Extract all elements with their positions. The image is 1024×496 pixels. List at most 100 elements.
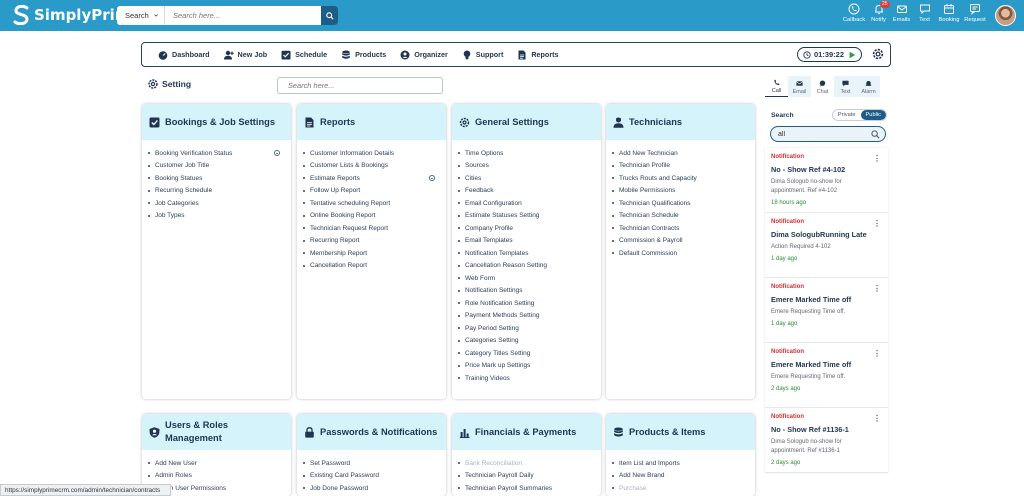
settings-link-mobile-permissions[interactable]: Mobile Permissions <box>612 185 755 198</box>
settings-link-existing-card-password[interactable]: Existing Card Password <box>303 470 446 483</box>
settings-link-technician-payroll-summaries[interactable]: Technician Payroll Summaries <box>458 482 601 495</box>
settings-link-job-categories[interactable]: Job Categories <box>148 197 291 210</box>
settings-link-technician-payroll-daily[interactable]: Technician Payroll Daily <box>458 470 601 483</box>
text-button[interactable]: Text <box>913 3 936 23</box>
settings-link-add-new-brand[interactable]: Add New Brand <box>612 470 755 483</box>
tab-text[interactable]: Text <box>834 76 857 97</box>
avatar[interactable] <box>995 5 1016 26</box>
notification-title[interactable]: Emere Marked Time off <box>771 360 888 369</box>
settings-link-admin-roles[interactable]: Admin Roles <box>148 470 291 483</box>
settings-link-customer-job-title[interactable]: Customer Job Title <box>148 160 291 173</box>
play-icon[interactable] <box>848 51 856 59</box>
settings-link-categories-setting[interactable]: Categories Setting <box>458 335 601 348</box>
settings-link-booking-verification-status[interactable]: Booking Verification Status <box>148 147 291 160</box>
settings-link-bank-reconciliation[interactable]: Bank Reconciliation <box>458 457 601 470</box>
settings-link-job-done-password[interactable]: Job Done Password <box>303 482 446 495</box>
more-vertical-icon[interactable]: ⋮ <box>873 349 881 358</box>
settings-link-feedback[interactable]: Feedback <box>458 185 601 198</box>
settings-link-booking-statues[interactable]: Booking Statues <box>148 172 291 185</box>
settings-link-cities[interactable]: Cities <box>458 172 601 185</box>
nav-support[interactable]: Support <box>462 50 503 60</box>
settings-link-price-mark-up-settings[interactable]: Price Mark up Settings <box>458 360 601 373</box>
notification-item[interactable]: Notification No - Show Ref #4-102 Dima Sol… <box>765 148 888 213</box>
more-vertical-icon[interactable]: ⋮ <box>873 219 881 228</box>
notification-title[interactable]: Dima SologubRunning Late <box>771 230 888 239</box>
settings-link-notification-settings[interactable]: Notification Settings <box>458 285 601 298</box>
settings-link-customer-lists-bookings[interactable]: Customer Lists & Bookings <box>303 160 446 173</box>
tab-call[interactable]: Call <box>765 76 788 97</box>
settings-link-add-new-technician[interactable]: Add New Technician <box>612 147 755 160</box>
search-scope-select[interactable]: Search <box>117 6 165 25</box>
nav-reports[interactable]: Reports <box>517 50 559 60</box>
toggle-private[interactable]: Private <box>833 110 861 120</box>
expand-circle-icon[interactable] <box>429 175 435 182</box>
search-button[interactable] <box>321 6 338 25</box>
nav-schedule[interactable]: Schedule <box>281 50 327 60</box>
settings-link-sources[interactable]: Sources <box>458 160 601 173</box>
nav-organizer[interactable]: Organizer <box>400 50 448 60</box>
settings-link-commission-payroll[interactable]: Commission & Payroll <box>612 235 755 248</box>
settings-link-technician-schedule[interactable]: Technician Schedule <box>612 210 755 223</box>
notification-item[interactable]: Notification Dima SologubRunning Late Acti… <box>765 213 888 278</box>
settings-link-set-password[interactable]: Set Password <box>303 457 446 470</box>
settings-link-online-booking-report[interactable]: Online Booking Report <box>303 210 446 223</box>
tab-chat[interactable]: Chat <box>811 76 834 97</box>
settings-link-time-options[interactable]: Time Options <box>458 147 601 160</box>
settings-link-default-commission[interactable]: Default Commission <box>612 247 755 260</box>
settings-link-technician-request-report[interactable]: Technician Request Report <box>303 222 446 235</box>
settings-link-membership-report[interactable]: Membership Report <box>303 247 446 260</box>
settings-link-cancellation-report[interactable]: Cancellation Report <box>303 260 446 273</box>
settings-link-cancellation-reason-setting[interactable]: Cancellation Reason Setting <box>458 260 601 273</box>
settings-link-purchase[interactable]: Purchase <box>612 482 755 495</box>
settings-link-add-new-user[interactable]: Add New User <box>148 457 291 470</box>
job-timer[interactable]: 01:39:22 <box>797 47 862 62</box>
search-icon[interactable] <box>871 129 880 139</box>
settings-link-technician-profile[interactable]: Technician Profile <box>612 160 755 173</box>
settings-link-payment-methods-setting[interactable]: Payment Methods Setting <box>458 310 601 323</box>
booking-button[interactable]: Booking <box>936 3 962 23</box>
notify-button[interactable]: 25 Notify <box>867 1 890 23</box>
callback-button[interactable]: Callback <box>841 3 867 23</box>
settings-link-job-types[interactable]: Job Types <box>148 210 291 223</box>
notification-item[interactable]: Notification Emere Marked Time off Emere R… <box>765 278 888 343</box>
toggle-public[interactable]: Public <box>860 110 886 120</box>
notification-title[interactable]: No - Show Ref #1136-1 <box>771 425 888 434</box>
settings-link-technician-qualifications[interactable]: Technician Qualifications <box>612 197 755 210</box>
notification-title[interactable]: Emere Marked Time off <box>771 295 888 304</box>
more-vertical-icon[interactable]: ⋮ <box>873 154 881 163</box>
nav-new-job[interactable]: New Job <box>223 50 267 60</box>
panel-search-input[interactable] <box>771 130 871 138</box>
settings-link-customer-information-details[interactable]: Customer Information Details <box>303 147 446 160</box>
more-vertical-icon[interactable]: ⋮ <box>873 414 881 423</box>
search-input[interactable] <box>165 6 321 25</box>
settings-link-company-profile[interactable]: Company Profile <box>458 222 601 235</box>
tab-alarm[interactable]: Alarm <box>857 76 880 97</box>
settings-link-training-videos[interactable]: Training Videos <box>458 372 601 385</box>
settings-link-recurring-schedule[interactable]: Recurring Schedule <box>148 185 291 198</box>
nav-products[interactable]: Products <box>341 50 386 60</box>
settings-link-email-templates[interactable]: Email Templates <box>458 235 601 248</box>
settings-link-tentative-scheduling-report[interactable]: Tentative scheduling Report <box>303 197 446 210</box>
settings-link-web-form[interactable]: Web Form <box>458 272 601 285</box>
settings-link-recurring-report[interactable]: Recurring Report <box>303 235 446 248</box>
notification-item[interactable]: Notification No - Show Ref #1136-1 Dima So… <box>765 408 888 473</box>
settings-search-input[interactable] <box>277 77 443 94</box>
expand-circle-icon[interactable] <box>274 150 280 157</box>
more-vertical-icon[interactable]: ⋮ <box>873 284 881 293</box>
notification-title[interactable]: No - Show Ref #4-102 <box>771 165 888 174</box>
gear-icon[interactable] <box>871 47 885 61</box>
settings-link-estimate-statuses-setting[interactable]: Estimate Statuses Setting <box>458 210 601 223</box>
settings-link-category-titles-setting[interactable]: Category Titles Setting <box>458 347 601 360</box>
nav-dashboard[interactable]: Dashboard <box>158 50 210 60</box>
settings-link-technician-contracts[interactable]: Technician Contracts <box>612 222 755 235</box>
settings-link-follow-up-report[interactable]: Follow Up Report <box>303 185 446 198</box>
emails-button[interactable]: Emails <box>890 3 913 23</box>
request-button[interactable]: Request <box>962 3 988 23</box>
notification-item[interactable]: Notification Emere Marked Time off Emere R… <box>765 343 888 408</box>
settings-link-estimate-reports[interactable]: Estimate Reports <box>303 172 446 185</box>
settings-link-notification-templates[interactable]: Notification Templates <box>458 247 601 260</box>
settings-link-trucks-routs-and-capacity[interactable]: Trucks Routs and Capacity <box>612 172 755 185</box>
settings-link-email-configuration[interactable]: Email Configuration <box>458 197 601 210</box>
settings-link-role-notification-setting[interactable]: Role Notification Setting <box>458 297 601 310</box>
settings-link-pay-period-setting[interactable]: Pay Period Setting <box>458 322 601 335</box>
